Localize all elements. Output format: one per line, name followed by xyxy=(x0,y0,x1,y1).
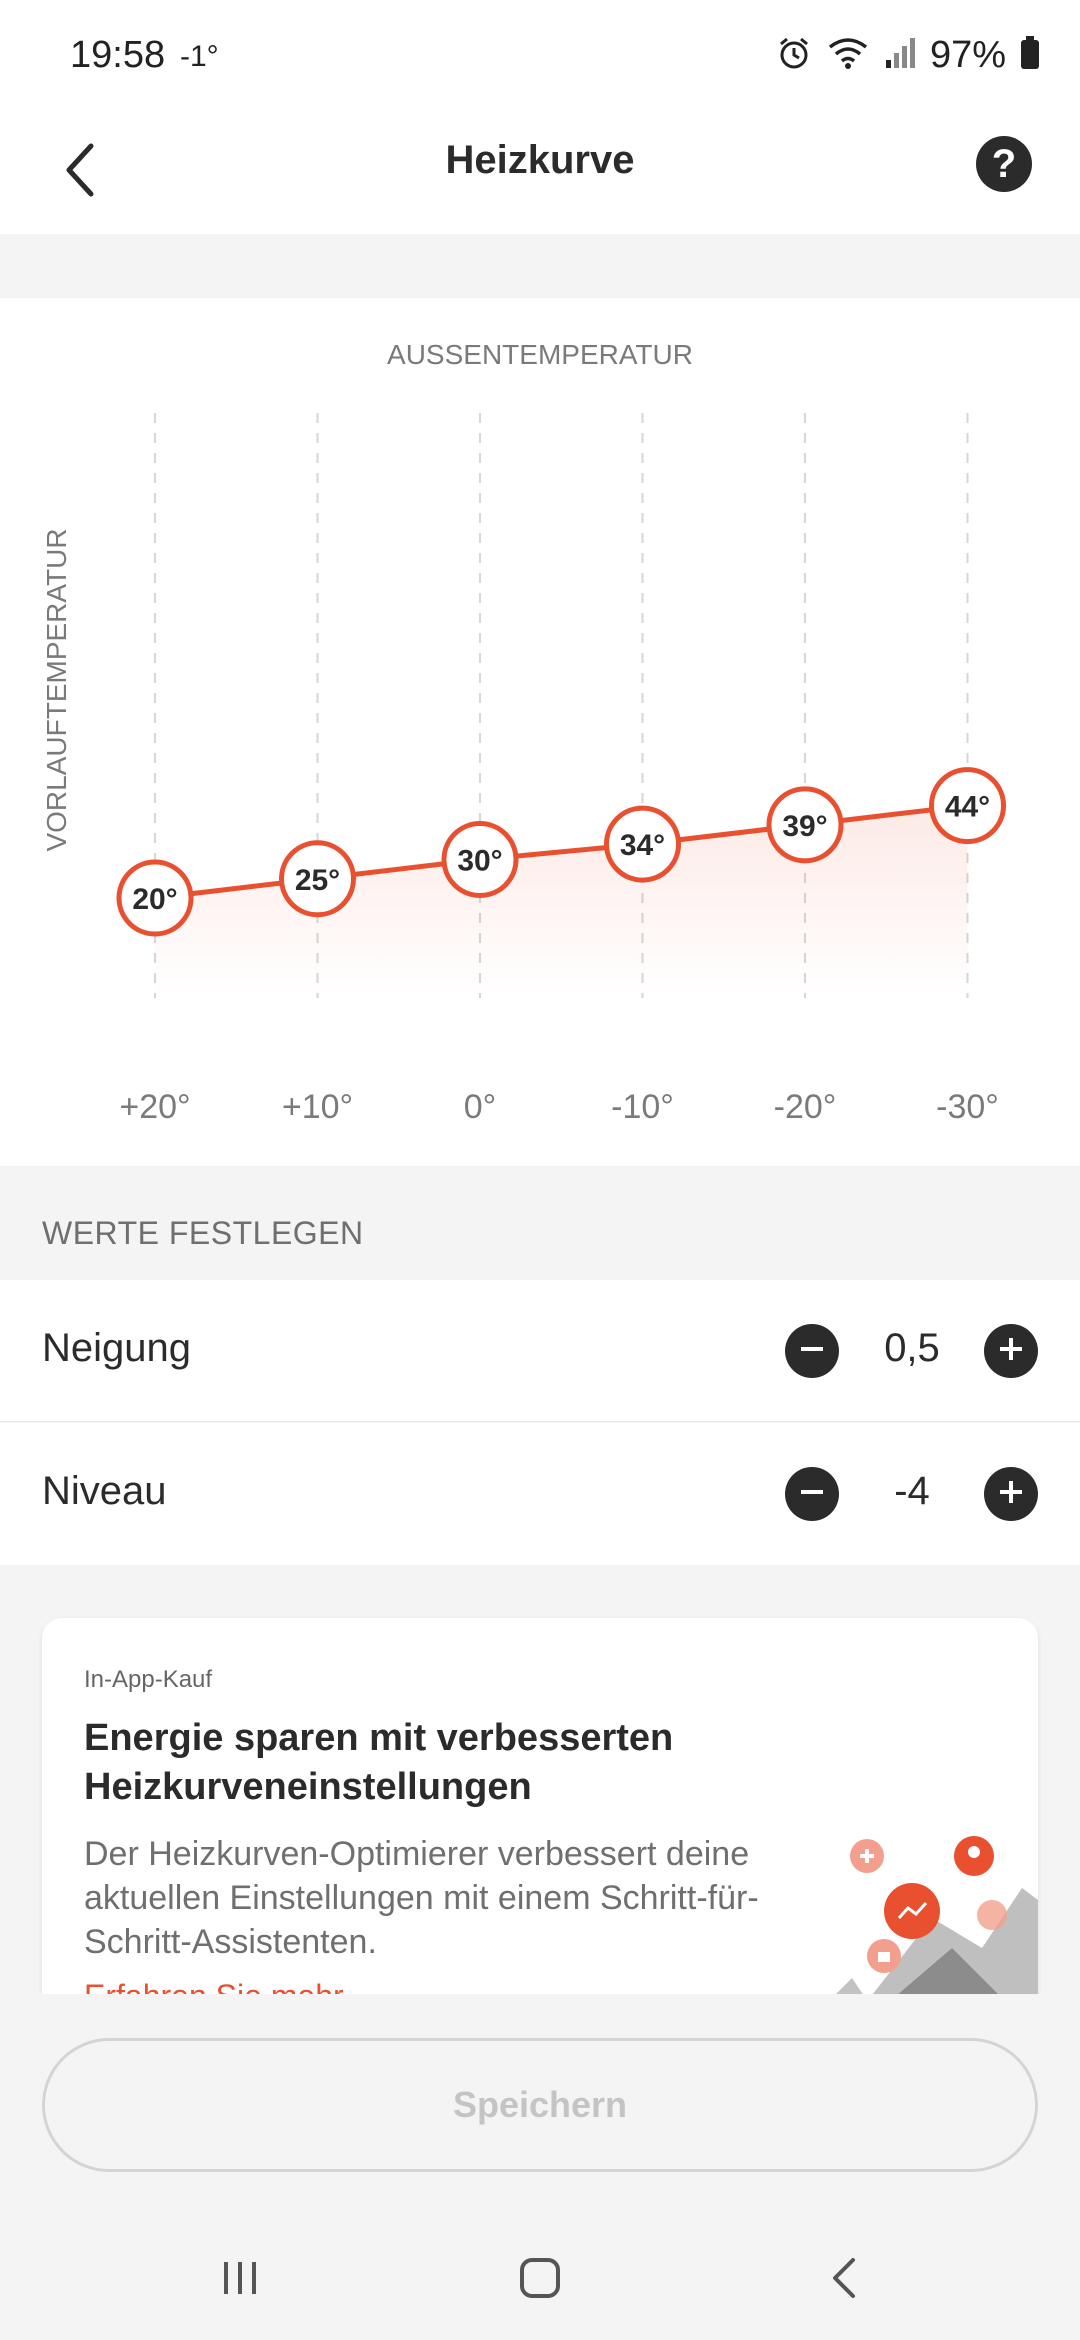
plus-icon xyxy=(998,1479,1024,1510)
home-button[interactable] xyxy=(500,2250,580,2310)
setting-label-neigung: Neigung xyxy=(42,1326,192,1370)
neigung-decrease-button[interactable] xyxy=(785,1324,839,1378)
app-header: Heizkurve ? xyxy=(0,112,1080,234)
battery-icon xyxy=(1020,35,1040,75)
save-button[interactable]: Speichern xyxy=(42,2038,1038,2172)
page-title: Heizkurve xyxy=(445,138,635,182)
chart-x-tick-label: -20° xyxy=(774,1088,837,1126)
neigung-value: 0,5 xyxy=(884,1326,940,1370)
chart-x-tick-label: 0° xyxy=(464,1088,497,1126)
chart-title: AUSSENTEMPERATUR xyxy=(387,339,693,370)
help-button[interactable]: ? xyxy=(976,136,1032,192)
chart-point-label: 44° xyxy=(945,791,990,824)
status-time: 19:58 xyxy=(70,34,166,76)
wifi-icon xyxy=(826,35,870,76)
setting-row-niveau: Niveau -4 xyxy=(0,1423,1080,1565)
promo-title: Energie sparen mit verbesserten Heizkurv… xyxy=(84,1717,674,1808)
setting-row-neigung: Neigung 0,5 xyxy=(0,1280,1080,1422)
plus-icon xyxy=(998,1336,1024,1367)
alarm-icon xyxy=(776,35,812,76)
setting-label-niveau: Niveau xyxy=(42,1469,167,1513)
minus-icon xyxy=(799,1479,825,1510)
battery-percent: 97% xyxy=(929,33,1006,76)
system-back-button[interactable] xyxy=(805,2250,885,2310)
minus-icon xyxy=(799,1336,825,1367)
promo-tag: In-App-Kauf xyxy=(84,1666,213,1693)
chart-point-label: 34° xyxy=(620,829,665,862)
chart-x-tick-label: -10° xyxy=(611,1088,674,1126)
chart-point-label: 30° xyxy=(457,845,502,878)
promo-body: Der Heizkurven-Optimierer verbessert dei… xyxy=(84,1835,759,1961)
niveau-increase-button[interactable] xyxy=(984,1467,1038,1521)
home-icon xyxy=(518,2256,562,2305)
heating-curve-chart: AUSSENTEMPERATUR VORLAUFTEMPERATUR 20° 25… xyxy=(0,298,1080,1166)
signal-icon xyxy=(884,36,916,75)
chart-x-tick-label: +10° xyxy=(282,1088,353,1126)
chart-canvas: AUSSENTEMPERATUR VORLAUFTEMPERATUR 20° 25… xyxy=(41,339,1006,1126)
niveau-value: -4 xyxy=(894,1469,930,1513)
chart-point-label: 20° xyxy=(132,883,177,916)
status-icons: 97% xyxy=(776,30,1040,80)
niveau-decrease-button[interactable] xyxy=(785,1467,839,1521)
promo-card[interactable]: In-App-Kauf Energie sparen mit verbesser… xyxy=(42,1618,1038,1998)
chart-x-tick-label: -30° xyxy=(936,1088,999,1126)
recent-apps-icon xyxy=(218,2256,262,2305)
neigung-increase-button[interactable] xyxy=(984,1324,1038,1378)
chart-area-fill xyxy=(155,805,968,998)
section-header-values: WERTE FESTLEGEN xyxy=(42,1215,364,1251)
back-icon xyxy=(823,2256,867,2305)
help-icon: ? xyxy=(991,141,1017,186)
promo-illustration xyxy=(832,1836,1038,1998)
app-screen: 19:58 -1° 97% Heizkurve ? AUSSENTEMPERAT… xyxy=(0,0,1080,2340)
status-bar: 19:58 -1° 97% xyxy=(0,0,1080,112)
chart-point-label: 39° xyxy=(782,810,827,843)
chart-point-label: 25° xyxy=(295,864,340,897)
status-temperature: -1° xyxy=(180,40,219,73)
system-nav-bar xyxy=(0,2220,1080,2340)
chart-y-axis-label: VORLAUFTEMPERATUR xyxy=(41,528,72,851)
recent-apps-button[interactable] xyxy=(200,2250,280,2310)
chart-x-tick-label: +20° xyxy=(119,1088,190,1126)
